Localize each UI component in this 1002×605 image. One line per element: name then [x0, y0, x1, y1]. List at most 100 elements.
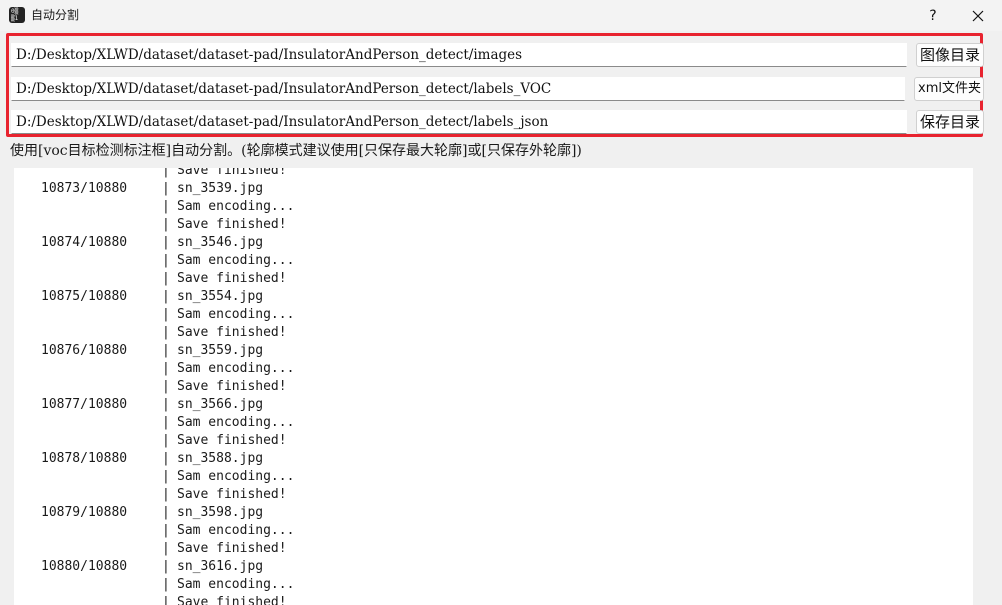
- log-output[interactable]: | Save finished! 10873/10880 | sn_3539.jpg | S…: [14, 168, 973, 605]
- log-separator: |: [162, 433, 170, 448]
- log-separator: |: [162, 181, 170, 196]
- log-line: 10878/10880 | sn_3588.jpg: [14, 450, 973, 468]
- log-line: 10876/10880 | sn_3559.jpg: [14, 342, 973, 360]
- log-separator: |: [162, 559, 170, 574]
- images-dir-button[interactable]: 图像目录: [916, 43, 984, 67]
- log-progress-count: 10879/10880: [41, 505, 128, 520]
- log-lines: | Save finished! 10873/10880 | sn_3539.jpg | S…: [14, 168, 973, 605]
- log-message: Save finished!: [177, 271, 287, 286]
- log-line: | Save finished!: [14, 486, 973, 504]
- log-separator: |: [162, 577, 170, 592]
- log-line: | Sam encoding...: [14, 360, 973, 378]
- auto-segment-window: 0▒ ▒1 自动分割 ? 图像目录 xml文件夹 保存目录 使用[voc目标检测…: [0, 0, 1002, 605]
- save-dir-input[interactable]: [11, 110, 907, 134]
- xml-dir-input[interactable]: [11, 77, 905, 101]
- log-separator: |: [162, 487, 170, 502]
- log-progress-count: 10875/10880: [41, 289, 128, 304]
- log-progress-count: 10878/10880: [41, 451, 128, 466]
- log-separator: |: [162, 343, 170, 358]
- log-separator: |: [162, 379, 170, 394]
- log-scroll-gutter: [973, 168, 1002, 605]
- close-button[interactable]: [955, 0, 1001, 31]
- log-message: sn_3598.jpg: [177, 505, 264, 520]
- log-message: sn_3588.jpg: [177, 451, 264, 466]
- log-message: sn_3616.jpg: [177, 559, 264, 574]
- images-dir-input[interactable]: [11, 43, 907, 67]
- log-line: 10874/10880 | sn_3546.jpg: [14, 234, 973, 252]
- log-separator: |: [162, 415, 170, 430]
- log-separator: |: [162, 253, 170, 268]
- log-line: 10877/10880 | sn_3566.jpg: [14, 396, 973, 414]
- log-separator: |: [162, 595, 170, 605]
- save-dir-button[interactable]: 保存目录: [916, 110, 984, 134]
- log-separator: |: [162, 451, 170, 466]
- log-line: | Sam encoding...: [14, 306, 973, 324]
- log-line: | Sam encoding...: [14, 198, 973, 216]
- log-line: 10879/10880 | sn_3598.jpg: [14, 504, 973, 522]
- log-separator: |: [162, 523, 170, 538]
- log-progress-count: 10874/10880: [41, 235, 128, 250]
- log-line: | Sam encoding...: [14, 414, 973, 432]
- log-progress-count: 10877/10880: [41, 397, 128, 412]
- app-icon-glyph: 0▒ ▒1: [11, 8, 19, 22]
- log-line: 10875/10880 | sn_3554.jpg: [14, 288, 973, 306]
- log-message: Sam encoding...: [177, 361, 295, 376]
- log-separator: |: [162, 168, 170, 178]
- log-separator: |: [162, 307, 170, 322]
- log-message: sn_3546.jpg: [177, 235, 264, 250]
- log-message: Sam encoding...: [177, 577, 295, 592]
- log-separator: |: [162, 397, 170, 412]
- log-line: | Save finished!: [14, 270, 973, 288]
- xml-dir-button[interactable]: xml文件夹: [914, 77, 984, 101]
- log-separator: |: [162, 235, 170, 250]
- log-line: 10873/10880 | sn_3539.jpg: [14, 180, 973, 198]
- log-separator: |: [162, 289, 170, 304]
- app-icon: 0▒ ▒1: [9, 7, 25, 23]
- log-line: | Save finished!: [14, 216, 973, 234]
- title-bar[interactable]: 0▒ ▒1 自动分割 ?: [0, 0, 1002, 31]
- log-separator: |: [162, 271, 170, 286]
- log-message: Sam encoding...: [177, 523, 295, 538]
- log-message: Save finished!: [177, 595, 287, 605]
- log-line: | Sam encoding...: [14, 522, 973, 540]
- log-line: | Save finished!: [14, 432, 973, 450]
- log-message: Save finished!: [177, 379, 287, 394]
- help-icon: ?: [929, 7, 937, 24]
- log-line: | Sam encoding...: [14, 252, 973, 270]
- close-icon: [972, 10, 984, 21]
- log-message: Save finished!: [177, 487, 287, 502]
- log-message: Sam encoding...: [177, 199, 295, 214]
- log-progress-count: 10876/10880: [41, 343, 128, 358]
- log-separator: |: [162, 325, 170, 340]
- window-title: 自动分割: [31, 8, 80, 22]
- log-message: sn_3559.jpg: [177, 343, 264, 358]
- log-message: sn_3554.jpg: [177, 289, 264, 304]
- log-message: Sam encoding...: [177, 469, 295, 484]
- log-message: Sam encoding...: [177, 307, 295, 322]
- log-line: | Save finished!: [14, 168, 973, 180]
- log-separator: |: [162, 217, 170, 232]
- log-line: 10880/10880 | sn_3616.jpg: [14, 558, 973, 576]
- log-separator: |: [162, 361, 170, 376]
- log-message: Save finished!: [177, 325, 287, 340]
- log-message: sn_3539.jpg: [177, 181, 264, 196]
- log-progress-count: 10873/10880: [41, 181, 128, 196]
- log-line: | Save finished!: [14, 378, 973, 396]
- log-progress-count: 10880/10880: [41, 559, 128, 574]
- log-message: Sam encoding...: [177, 253, 295, 268]
- help-button[interactable]: ?: [910, 0, 956, 31]
- log-message: Save finished!: [177, 433, 287, 448]
- log-message: sn_3566.jpg: [177, 397, 264, 412]
- log-message: Save finished!: [177, 541, 287, 556]
- log-message: Save finished!: [177, 217, 287, 232]
- log-line: | Sam encoding...: [14, 576, 973, 594]
- log-line: | Save finished!: [14, 594, 973, 605]
- log-line: | Save finished!: [14, 540, 973, 558]
- log-separator: |: [162, 541, 170, 556]
- log-separator: |: [162, 199, 170, 214]
- log-line: | Save finished!: [14, 324, 973, 342]
- log-separator: |: [162, 505, 170, 520]
- mode-hint-label: 使用[voc目标检测标注框]自动分割。(轮廓模式建议使用[只保存最大轮廓]或[只…: [10, 143, 582, 159]
- log-line: | Sam encoding...: [14, 468, 973, 486]
- log-separator: |: [162, 469, 170, 484]
